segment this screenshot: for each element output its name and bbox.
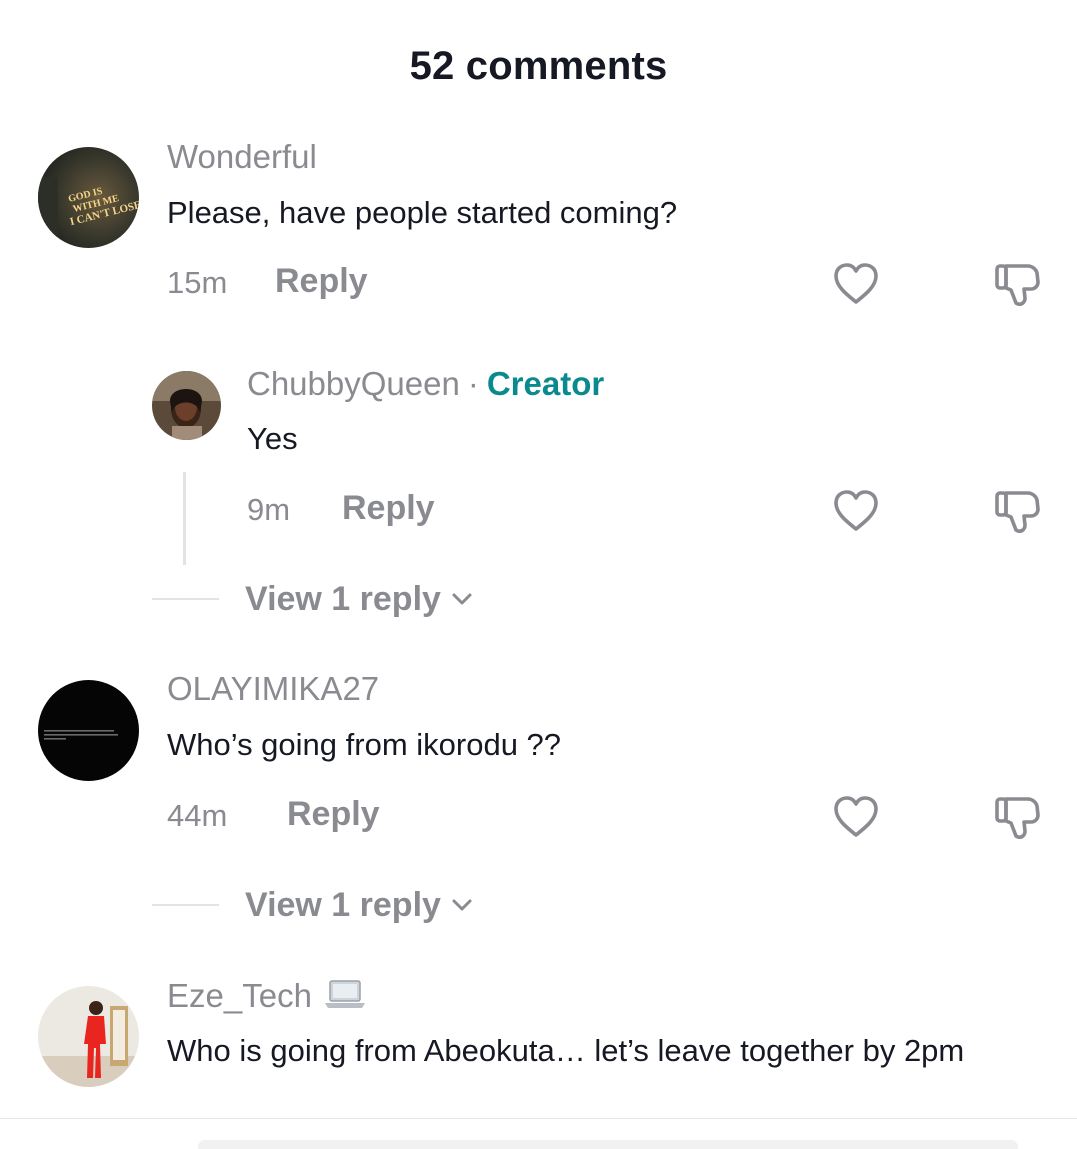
comment-text: Who is going from Abeokuta… let’s leave … bbox=[167, 1033, 965, 1068]
comment-username: Eze_Tech bbox=[167, 977, 368, 1019]
chevron-down-icon bbox=[449, 888, 475, 927]
thumbs-down-outline-icon bbox=[995, 797, 1040, 839]
add-comment-bar[interactable] bbox=[198, 1140, 1018, 1149]
like-button[interactable] bbox=[830, 485, 882, 537]
thumbs-down-outline-icon bbox=[995, 491, 1040, 533]
reply-username-link[interactable]: ChubbyQueen bbox=[247, 365, 460, 402]
quote-avatar-image bbox=[38, 680, 139, 781]
reply-timestamp: 9m bbox=[247, 492, 291, 527]
reply-button[interactable]: Reply bbox=[342, 489, 435, 528]
dislike-button[interactable] bbox=[992, 791, 1044, 843]
reply-button[interactable]: Reply bbox=[287, 795, 380, 834]
chevron-down-icon bbox=[449, 582, 475, 621]
heart-outline-icon bbox=[834, 490, 878, 531]
view-replies-label: View 1 reply bbox=[245, 580, 441, 618]
profile-photo-avatar-image bbox=[152, 371, 221, 440]
comment-timestamp: 44m bbox=[167, 798, 228, 833]
heart-outline-icon bbox=[834, 796, 878, 837]
comment-text: Please, have people started coming? bbox=[167, 195, 678, 230]
avatar-olayimika27[interactable] bbox=[38, 680, 139, 781]
person-photo-avatar-image bbox=[38, 986, 139, 1087]
comment-username[interactable]: OLAYIMIKA27 bbox=[167, 670, 379, 708]
comment-timestamp: 15m bbox=[167, 265, 228, 300]
comments-count-title: 52 comments bbox=[409, 44, 668, 88]
creator-badge: Creator bbox=[486, 365, 605, 402]
separator-dot: · bbox=[467, 365, 479, 402]
avatar-eze-tech[interactable] bbox=[38, 986, 139, 1087]
view-replies-label: View 1 reply bbox=[245, 886, 441, 924]
reply-username: ChubbyQueen · Creator bbox=[247, 365, 604, 403]
reply-button[interactable]: Reply bbox=[275, 262, 368, 301]
thumbs-down-outline-icon bbox=[995, 264, 1040, 306]
thread-line bbox=[183, 472, 186, 565]
dislike-button[interactable] bbox=[992, 258, 1044, 310]
neon-sign-avatar-image: GOD IS WITH ME I CAN'T LOSE bbox=[38, 147, 139, 248]
like-button[interactable] bbox=[830, 791, 882, 843]
reply-text: Yes bbox=[247, 421, 298, 456]
like-button[interactable] bbox=[830, 258, 882, 310]
view-replies-button[interactable]: View 1 reply bbox=[245, 886, 475, 927]
comment-username-link[interactable]: Eze_Tech bbox=[167, 977, 312, 1014]
bottom-divider bbox=[0, 1118, 1077, 1119]
comment-username[interactable]: Wonderful bbox=[167, 138, 317, 176]
view-replies-divider bbox=[152, 904, 219, 906]
avatar-chubbyqueen[interactable] bbox=[152, 371, 221, 440]
heart-outline-icon bbox=[834, 263, 878, 304]
dislike-button[interactable] bbox=[992, 485, 1044, 537]
comment-text: Who’s going from ikorodu ?? bbox=[167, 727, 562, 762]
avatar-wonderful[interactable]: GOD IS WITH ME I CAN'T LOSE bbox=[38, 147, 139, 248]
view-replies-divider bbox=[152, 598, 219, 600]
laptop-icon bbox=[322, 977, 368, 1019]
view-replies-button[interactable]: View 1 reply bbox=[245, 580, 475, 621]
